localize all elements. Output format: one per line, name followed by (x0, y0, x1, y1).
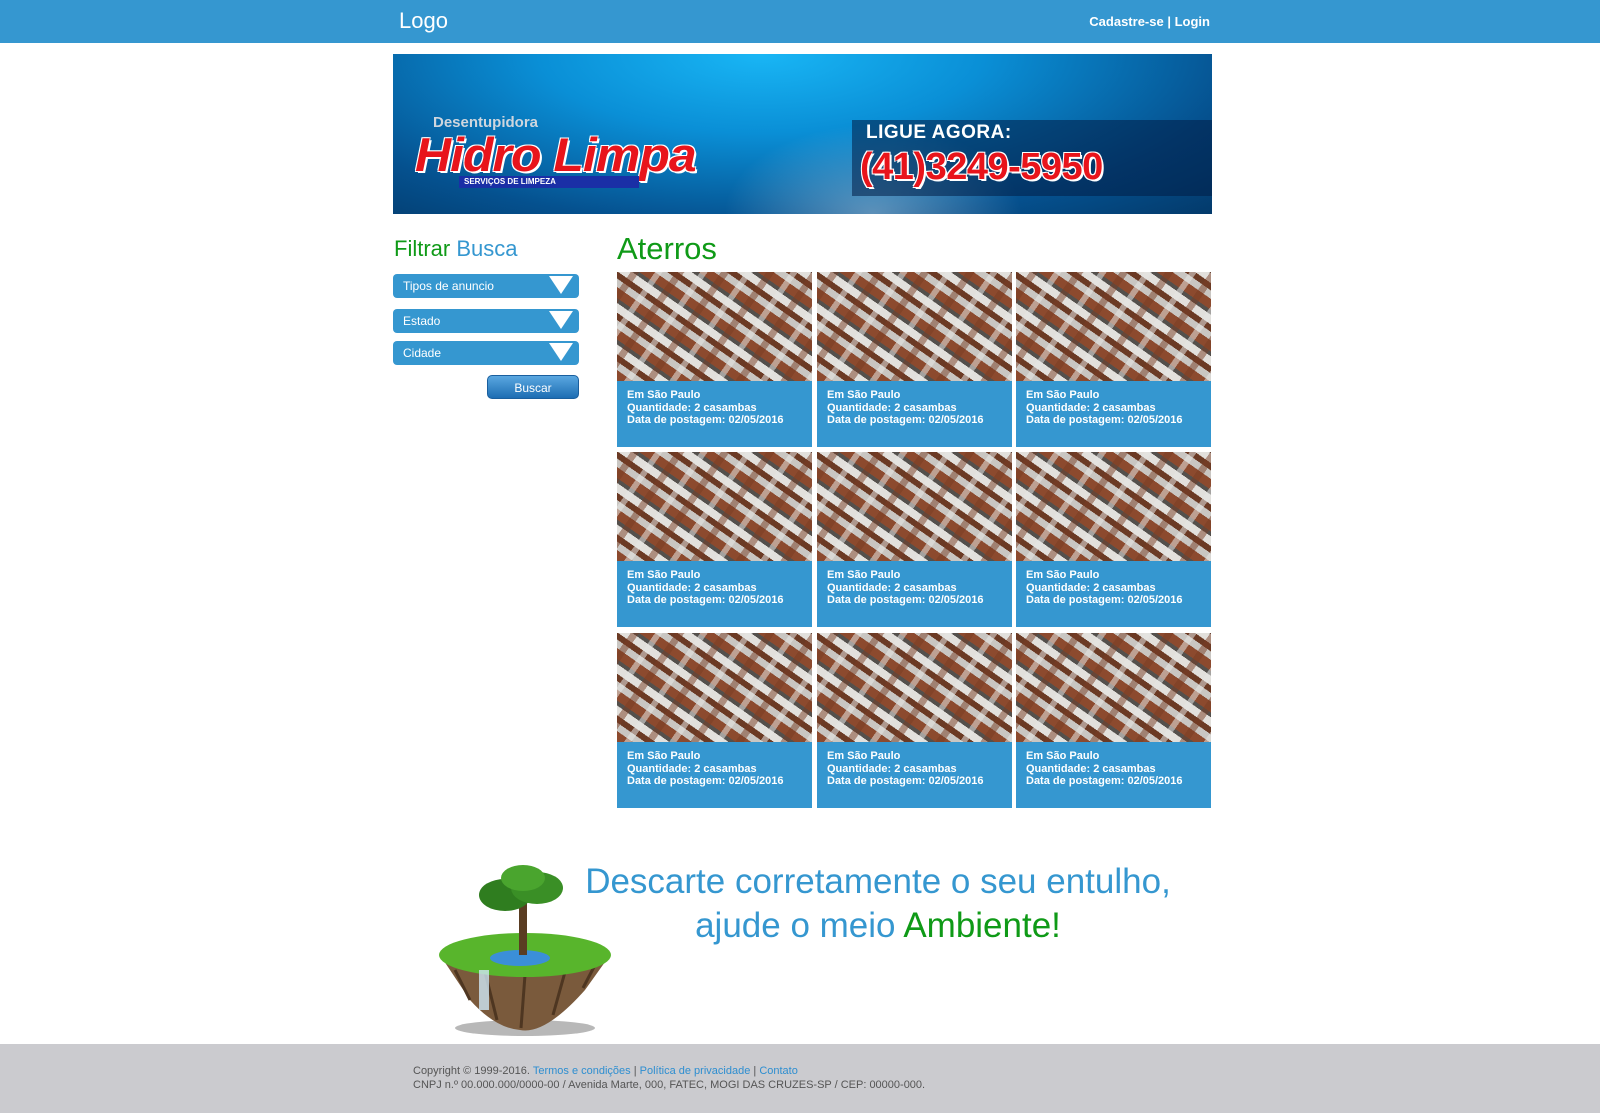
rubble-photo (617, 272, 812, 381)
card-date: Data de postagem: 02/05/2016 (1026, 414, 1183, 426)
card-quantity: Quantidade: 2 casambas (1026, 762, 1156, 775)
card-info: Em São Paulo Quantidade: 2 casambas Data… (827, 569, 984, 607)
brand-name: Hidro Limpa (415, 128, 697, 182)
card-quantity: Quantidade: 2 casambas (827, 762, 957, 775)
card-date: Data de postagem: 02/05/2016 (627, 414, 784, 426)
contact-link[interactable]: Contato (759, 1065, 798, 1077)
logo[interactable]: Logo (399, 8, 448, 34)
signup-link[interactable]: Cadastre-se (1089, 14, 1163, 29)
footer-separator: | (753, 1065, 757, 1077)
card-quantity: Quantidade: 2 casambas (1026, 401, 1156, 414)
card-info: Em São Paulo Quantidade: 2 casambas Data… (627, 750, 784, 788)
card-info: Em São Paulo Quantidade: 2 casambas Data… (1026, 569, 1183, 607)
chevron-down-icon (549, 343, 573, 361)
rubble-photo (617, 452, 812, 561)
card-location: Em São Paulo (1026, 389, 1100, 401)
promo-message: Descarte corretamente o seu entulho, aju… (558, 860, 1198, 948)
promo-line2-part2: Ambiente! (903, 906, 1061, 945)
select-state[interactable]: Estado (393, 309, 579, 333)
listing-card[interactable]: Em São Paulo Quantidade: 2 casambas Data… (1016, 272, 1211, 447)
listing-card[interactable]: Em São Paulo Quantidade: 2 casambas Data… (1016, 633, 1211, 808)
select-city[interactable]: Cidade (393, 341, 579, 365)
rubble-photo (617, 633, 812, 742)
listing-card[interactable]: Em São Paulo Quantidade: 2 casambas Data… (1016, 452, 1211, 627)
card-location: Em São Paulo (627, 569, 701, 581)
listing-card[interactable]: Em São Paulo Quantidade: 2 casambas Data… (617, 633, 812, 808)
card-info: Em São Paulo Quantidade: 2 casambas Data… (627, 389, 784, 427)
card-info: Em São Paulo Quantidade: 2 casambas Data… (1026, 389, 1183, 427)
promo-line2-part1: ajude o meio (695, 906, 896, 945)
rubble-photo (1016, 272, 1211, 381)
card-location: Em São Paulo (827, 389, 901, 401)
footer-address: CNPJ n.º 00.000.000/0000-00 / Avenida Ma… (413, 1079, 926, 1091)
card-location: Em São Paulo (627, 389, 701, 401)
listing-card[interactable]: Em São Paulo Quantidade: 2 casambas Data… (617, 272, 812, 447)
footer-links: Copyright © 1999-2016. Termos e condiçõe… (413, 1065, 798, 1077)
card-quantity: Quantidade: 2 casambas (1026, 581, 1156, 594)
card-quantity: Quantidade: 2 casambas (627, 401, 757, 414)
auth-links: Cadastre-se | Login (1089, 14, 1210, 29)
filter-title: Filtrar Busca (394, 236, 518, 262)
chevron-down-icon (549, 311, 573, 329)
card-location: Em São Paulo (827, 750, 901, 762)
card-date: Data de postagem: 02/05/2016 (627, 594, 784, 606)
rubble-photo (817, 452, 1012, 561)
filter-title-part1: Filtrar (394, 236, 451, 261)
promo-line1: Descarte corretamente o seu entulho, (585, 862, 1171, 901)
card-info: Em São Paulo Quantidade: 2 casambas Data… (827, 389, 984, 427)
card-date: Data de postagem: 02/05/2016 (627, 775, 784, 787)
card-quantity: Quantidade: 2 casambas (827, 581, 957, 594)
rubble-photo (1016, 452, 1211, 561)
card-info: Em São Paulo Quantidade: 2 casambas Data… (827, 750, 984, 788)
card-quantity: Quantidade: 2 casambas (827, 401, 957, 414)
rubble-photo (817, 272, 1012, 381)
select-label: Estado (403, 314, 441, 328)
privacy-link[interactable]: Política de privacidade (640, 1065, 751, 1077)
terms-link[interactable]: Termos e condições (533, 1065, 631, 1077)
card-info: Em São Paulo Quantidade: 2 casambas Data… (627, 569, 784, 607)
card-location: Em São Paulo (1026, 569, 1100, 581)
listing-card[interactable]: Em São Paulo Quantidade: 2 casambas Data… (817, 633, 1012, 808)
footer: Copyright © 1999-2016. Termos e condiçõe… (0, 1044, 1600, 1113)
promo-line2: ajude o meio Ambiente! (558, 904, 1198, 948)
listing-card[interactable]: Em São Paulo Quantidade: 2 casambas Data… (617, 452, 812, 627)
card-location: Em São Paulo (627, 750, 701, 762)
card-date: Data de postagem: 02/05/2016 (827, 594, 984, 606)
card-quantity: Quantidade: 2 casambas (627, 762, 757, 775)
rubble-photo (1016, 633, 1211, 742)
copyright: Copyright © 1999-2016. (413, 1065, 530, 1077)
card-info: Em São Paulo Quantidade: 2 casambas Data… (1026, 750, 1183, 788)
listing-card[interactable]: Em São Paulo Quantidade: 2 casambas Data… (817, 272, 1012, 447)
call-label: LIGUE AGORA: (866, 122, 1012, 143)
section-title: Aterros (617, 231, 717, 266)
card-date: Data de postagem: 02/05/2016 (827, 775, 984, 787)
hero-banner[interactable]: Desentupidora Hidro Limpa SERVIÇOS DE LI… (393, 54, 1212, 214)
select-label: Tipos de anuncio (403, 279, 494, 293)
phone-number: (41)3249-5950 (860, 146, 1103, 188)
card-date: Data de postagem: 02/05/2016 (1026, 775, 1183, 787)
login-link[interactable]: Login (1175, 14, 1210, 29)
chevron-down-icon (549, 276, 573, 294)
brand-subtitle: SERVIÇOS DE LIMPEZA (459, 176, 639, 188)
auth-separator: | (1167, 14, 1171, 29)
card-location: Em São Paulo (827, 569, 901, 581)
listing-card[interactable]: Em São Paulo Quantidade: 2 casambas Data… (817, 452, 1012, 627)
footer-separator: | (633, 1065, 637, 1077)
select-ad-type[interactable]: Tipos de anuncio (393, 274, 579, 298)
rubble-photo (817, 633, 1012, 742)
card-location: Em São Paulo (1026, 750, 1100, 762)
filter-title-part2: Busca (456, 236, 518, 261)
card-quantity: Quantidade: 2 casambas (627, 581, 757, 594)
search-button[interactable]: Buscar (487, 375, 579, 399)
card-date: Data de postagem: 02/05/2016 (1026, 594, 1183, 606)
top-bar: Logo Cadastre-se | Login (0, 0, 1600, 43)
select-label: Cidade (403, 346, 442, 360)
card-date: Data de postagem: 02/05/2016 (827, 414, 984, 426)
